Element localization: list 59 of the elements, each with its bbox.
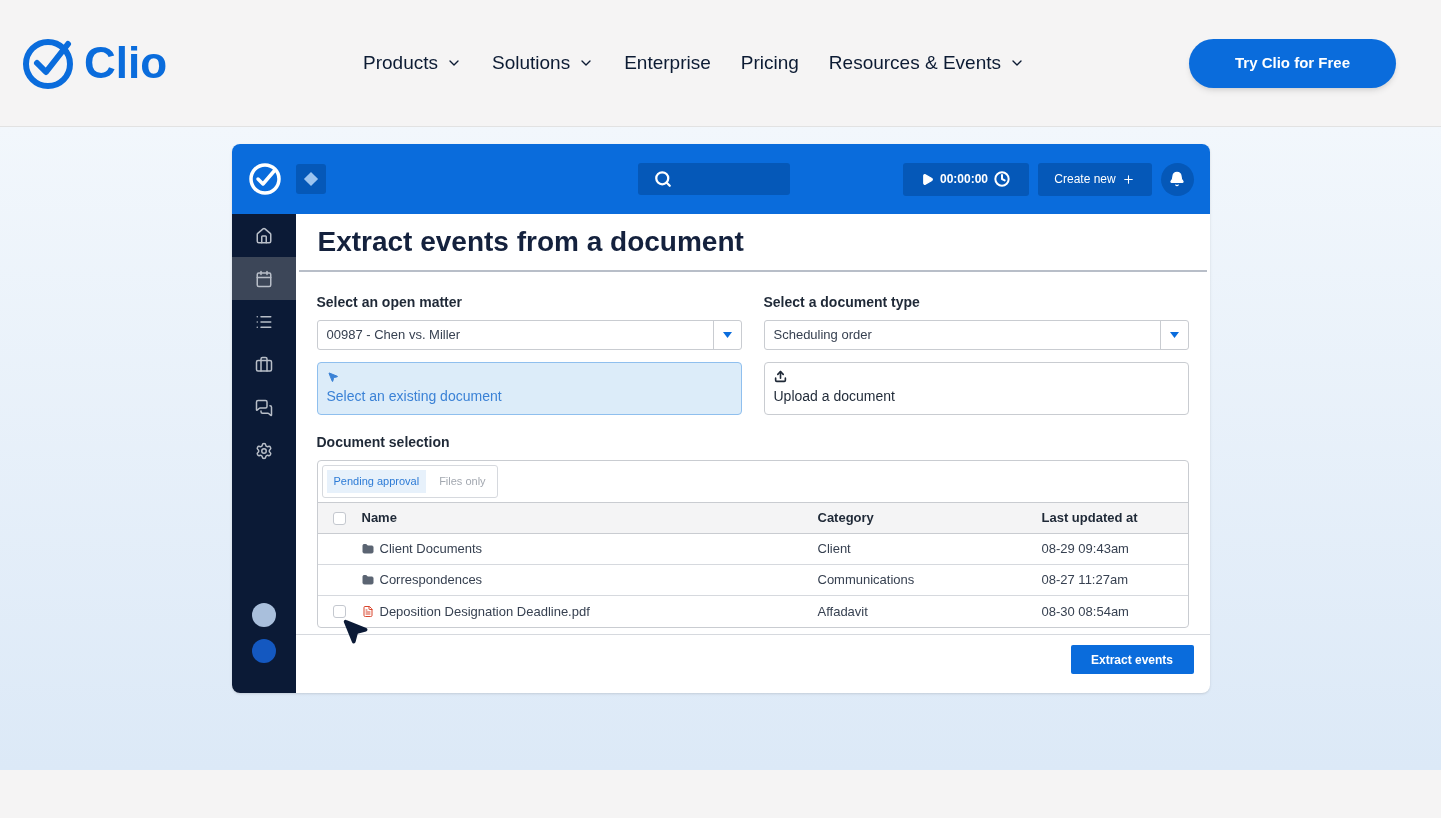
checkbox[interactable]: [333, 511, 346, 525]
table-row[interactable]: Deposition Designation Deadline.pdf Affadavit 08-30 08:54am: [317, 596, 1188, 627]
dropdown[interactable]: Scheduling order: [763, 320, 1189, 350]
checkbox[interactable]: [333, 605, 346, 618]
plus-icon: [1121, 172, 1135, 186]
search-field[interactable]: [638, 163, 790, 195]
file-name: Deposition Designation Deadline.pdf: [379, 602, 590, 621]
nav-link[interactable]: Products: [363, 48, 462, 78]
folder-icon: [361, 574, 374, 586]
nav-link[interactable]: Pricing: [740, 48, 799, 78]
table-cell-text: 08-30 08:54am: [1041, 602, 1129, 621]
extract-events-button[interactable]: Extract events: [1070, 645, 1194, 674]
calendar-icon: [254, 269, 273, 288]
timer-button[interactable]: 00:00:00: [902, 162, 1029, 196]
table-cell-text: Affadavit: [817, 602, 869, 621]
sidebar-item[interactable]: [231, 257, 296, 300]
caret-icon: [1169, 332, 1179, 338]
column-header: Category: [817, 509, 875, 528]
field-label: Select a document type: [763, 293, 921, 312]
logo-icon: [247, 162, 282, 196]
pointer-icon: [326, 370, 339, 383]
try-free-button[interactable]: Try Clio for Free: [1189, 38, 1396, 88]
nav-link[interactable]: Solutions: [492, 48, 595, 78]
logo-icon: [22, 36, 76, 90]
clock-icon: [994, 171, 1010, 187]
play-icon: [920, 172, 934, 186]
table-row[interactable]: Correspondences Communications 08-27 11:27am: [317, 565, 1188, 596]
source-option[interactable]: Upload a document: [763, 362, 1189, 415]
field-label: Select an open matter: [316, 293, 463, 312]
pdf-file-icon: [361, 605, 374, 618]
column-header: Last updated at: [1041, 509, 1138, 528]
table-cell-text: 08-29 09:43am: [1041, 540, 1129, 559]
caret-icon: [722, 332, 732, 338]
chat-icon: [254, 398, 273, 417]
notifications-button[interactable]: [1160, 162, 1194, 196]
table-cell-text: Client: [817, 540, 852, 559]
table-cell-text: Communications: [817, 571, 916, 590]
dropdown[interactable]: 00987 - Chen vs. Miller: [316, 320, 742, 350]
folder-icon: [361, 543, 374, 555]
app-switcher-icon[interactable]: [295, 164, 326, 194]
avatar[interactable]: [251, 603, 276, 627]
search-icon: [654, 170, 672, 188]
section-label: Document selection: [316, 433, 451, 452]
filter-tab[interactable]: Pending approval: [326, 470, 427, 493]
briefcase-icon: [254, 355, 273, 374]
bell-icon: [1169, 171, 1185, 187]
table-cell-text: 08-27 11:27am: [1041, 571, 1128, 590]
logo-text: Clio: [84, 41, 168, 85]
table-row[interactable]: Client Documents Client 08-29 09:43am: [317, 534, 1188, 565]
column-header: Name: [361, 509, 398, 528]
file-name: Client Documents: [379, 540, 483, 559]
settings-icon: [254, 441, 273, 460]
page-title: Extract events from a document: [317, 225, 744, 259]
home-icon: [254, 226, 273, 245]
nav-link[interactable]: Resources & Events: [828, 48, 1025, 78]
create-new-button[interactable]: Create new: [1037, 162, 1152, 196]
file-name: Correspondences: [379, 571, 483, 590]
upload-icon: [773, 370, 787, 383]
nav-link[interactable]: Enterprise: [624, 48, 711, 78]
